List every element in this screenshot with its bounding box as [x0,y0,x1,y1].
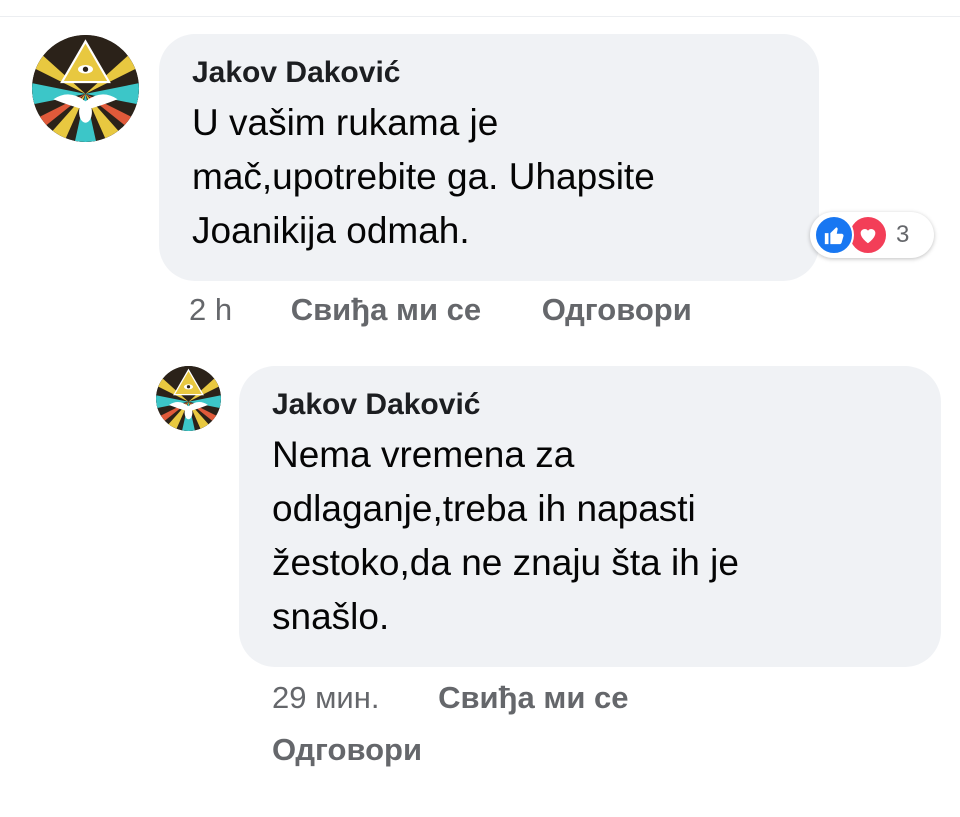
comment-author[interactable]: Jakov Daković [192,56,787,90]
reply-avatar[interactable] [156,366,221,431]
avatar-icon [156,366,221,431]
reply-like-button[interactable]: Свиђа ми се [438,680,628,715]
comment-actions: 2 h Свиђа ми се Одговори [189,292,692,328]
like-button[interactable]: Свиђа ми се [291,292,481,327]
reaction-count: 3 [896,221,910,248]
comment-timestamp[interactable]: 2 h [189,292,232,327]
reactions-summary[interactable]: 3 [810,212,934,258]
avatar[interactable] [32,35,139,142]
comments-thread: Jakov Daković U vašim rukama je mač,upot… [0,0,960,817]
comment-bubble[interactable]: Jakov Daković U vašim rukama je mač,upot… [159,34,819,281]
reply-actions-wrap: Одговори [272,732,422,768]
comment-text: U vašim rukama je mač,upotrebite ga. Uha… [192,102,655,251]
reply-button[interactable]: Одговори [542,292,692,327]
reply-text: Nema vremena za odlaganje,treba ih napas… [272,434,739,637]
reply-reply-button[interactable]: Одговори [272,732,422,767]
divider [0,16,960,17]
love-icon [848,215,888,255]
reply-bubble[interactable]: Jakov Daković Nema vremena za odlaganje,… [239,366,941,667]
like-icon [814,215,854,255]
reply-timestamp[interactable]: 29 мин. [272,680,379,715]
avatar-icon [32,35,139,142]
reply-actions: 29 мин. Свиђа ми се [272,680,628,716]
reply-author[interactable]: Jakov Daković [272,388,911,422]
